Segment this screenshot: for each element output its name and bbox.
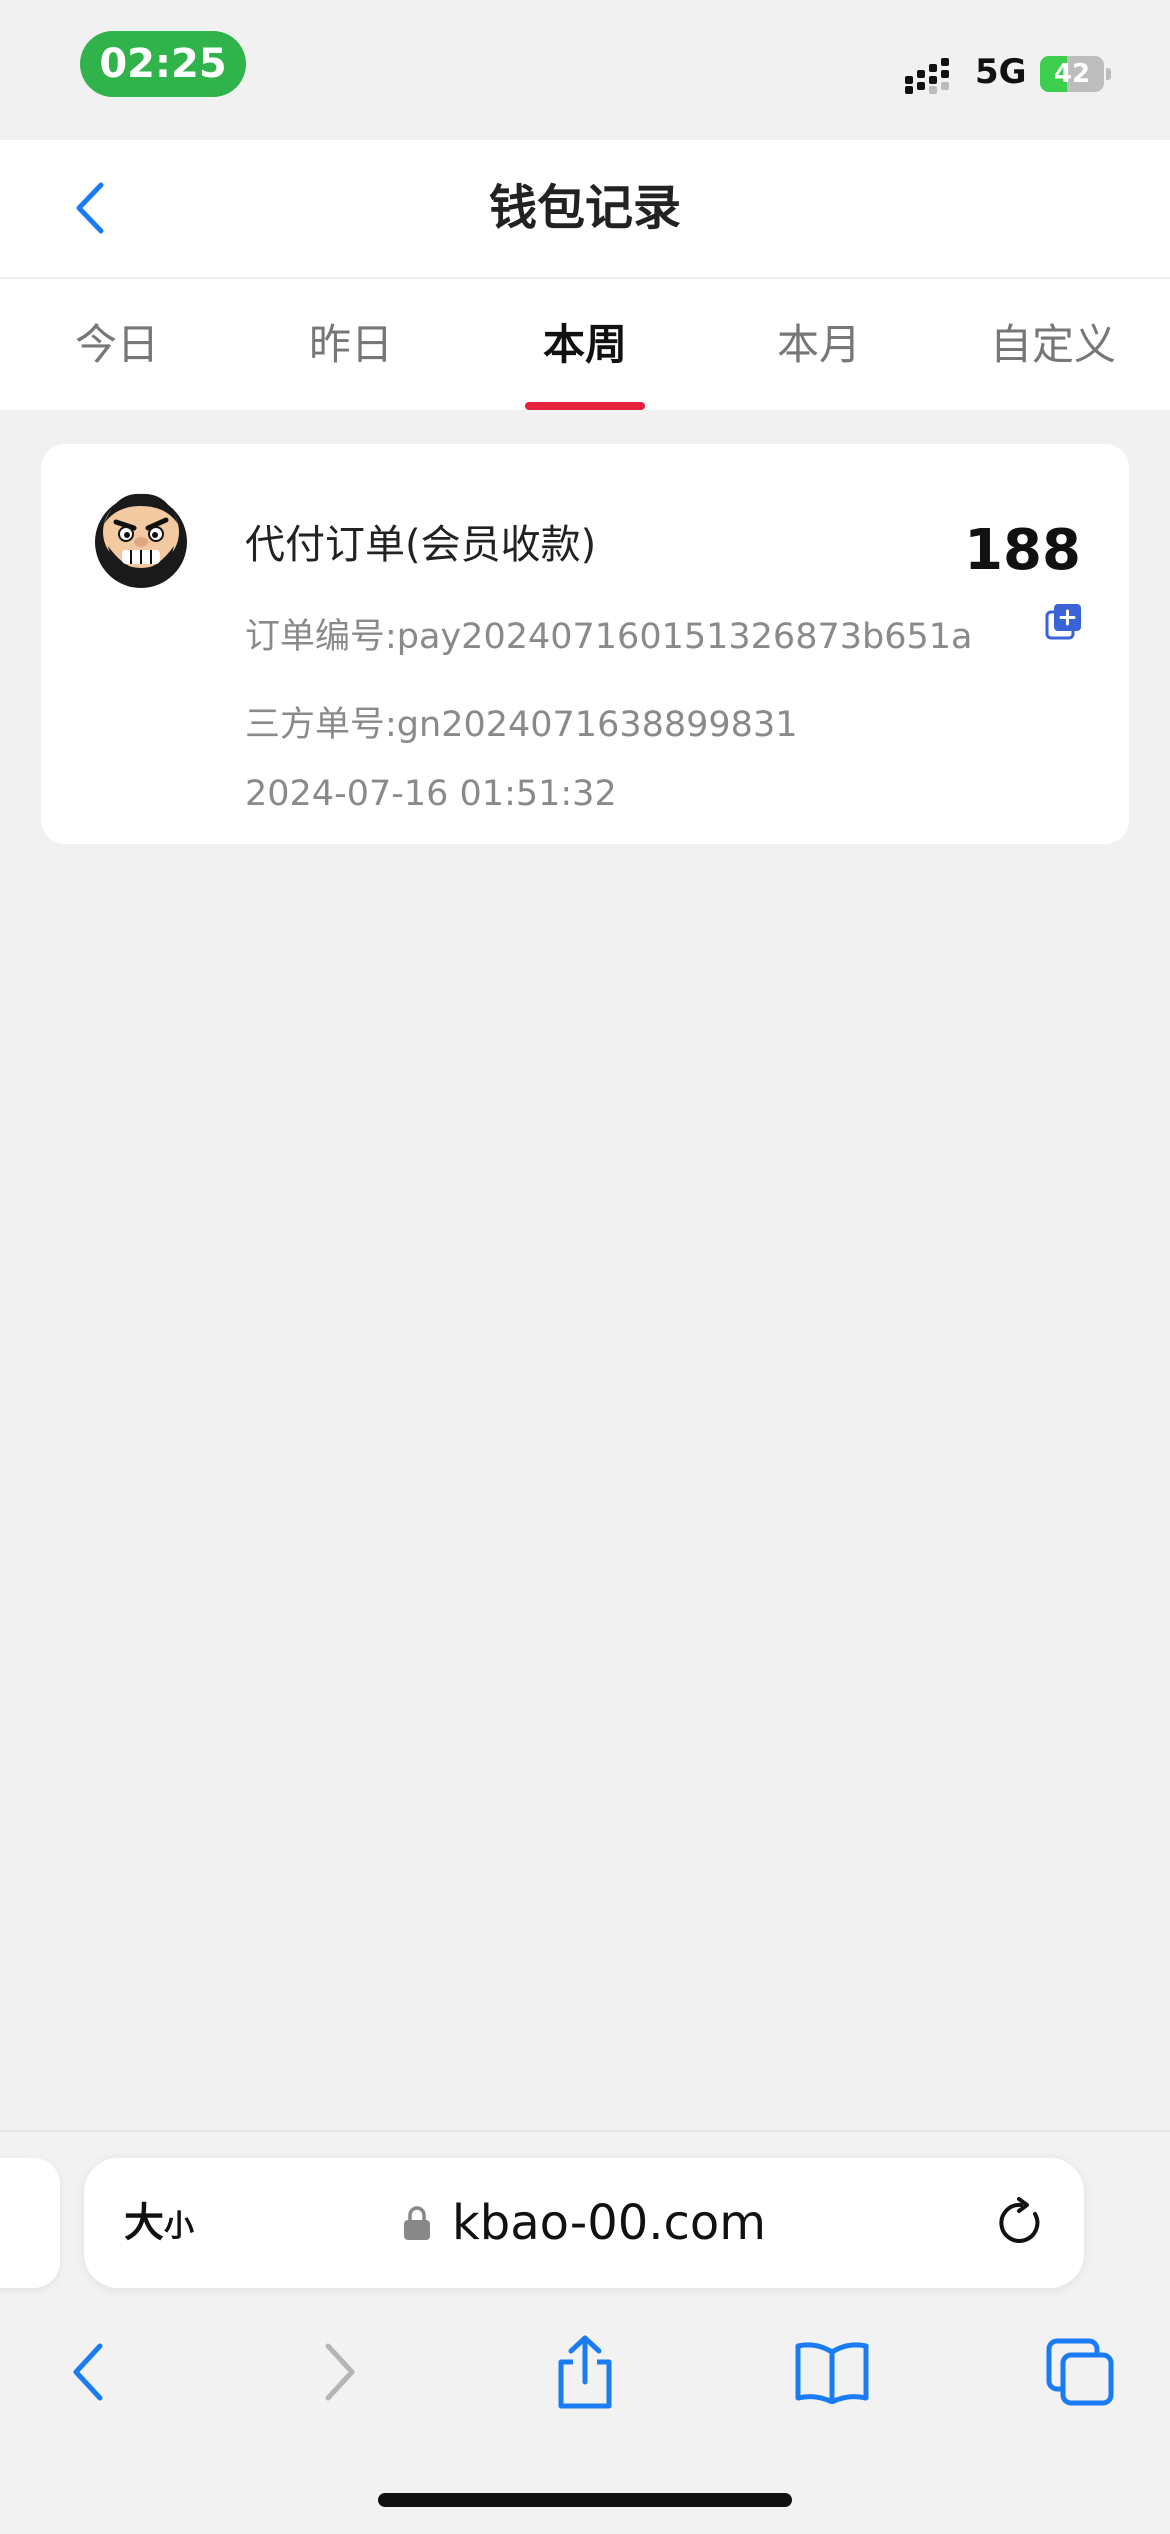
browser-bottom-bar: 大小 kbao-00.com — [0, 2130, 1170, 2534]
wallet-record-card[interactable]: 代付订单(会员收款) 188 订单编号:pay20240716015132687… — [41, 444, 1129, 844]
tab-label: 今日 — [74, 320, 159, 369]
avatar — [95, 493, 187, 588]
tab-today[interactable]: 今日 — [0, 279, 234, 410]
tab-label: 本周 — [542, 320, 627, 369]
battery-level: 42 — [1053, 59, 1091, 89]
chevron-left-icon — [73, 2343, 103, 2401]
tab-this-week[interactable]: 本周 — [468, 279, 702, 410]
network-type: 5G — [975, 52, 1027, 92]
status-time: 02:25 — [80, 31, 246, 97]
tab-label: 昨日 — [308, 320, 393, 369]
address-bar[interactable]: 大小 kbao-00.com — [84, 2158, 1084, 2288]
active-tab-indicator — [525, 402, 645, 410]
third-party-number-value: gn2024071638899831 — [396, 705, 798, 745]
order-number-label: 订单编号: — [245, 617, 397, 657]
nav-bar: 钱包记录 — [0, 140, 1170, 279]
browser-back-button[interactable] — [48, 2332, 128, 2412]
record-title: 代付订单(会员收款) — [245, 522, 597, 568]
tab-label: 自定义 — [989, 320, 1116, 369]
bookmarks-button[interactable] — [792, 2332, 872, 2412]
third-party-number-label: 三方单号: — [245, 705, 397, 745]
book-icon — [795, 2342, 869, 2404]
share-button[interactable] — [545, 2332, 625, 2412]
record-amount: 188 — [964, 518, 1081, 583]
cellular-signal-icon — [905, 58, 949, 94]
page-title: 钱包记录 — [488, 180, 681, 236]
tab-yesterday[interactable]: 昨日 — [234, 279, 468, 410]
chevron-right-icon — [325, 2343, 355, 2401]
date-filter-tabs: 今日 昨日 本周 本月 自定义 — [0, 279, 1170, 410]
record-timestamp: 2024-07-16 01:51:32 — [245, 774, 617, 814]
home-indicator — [378, 2493, 792, 2507]
battery-icon: 42 — [1040, 56, 1111, 92]
third-party-number-row: 三方单号:gn2024071638899831 — [245, 696, 798, 747]
copy-icon[interactable] — [1045, 602, 1083, 640]
tab-this-month[interactable]: 本月 — [702, 279, 936, 410]
tabs-icon — [1046, 2338, 1114, 2406]
tab-label: 本月 — [776, 320, 861, 369]
browser-forward-button[interactable] — [300, 2332, 380, 2412]
tabs-button[interactable] — [1040, 2332, 1120, 2412]
tab-custom[interactable]: 自定义 — [936, 279, 1170, 410]
browser-toolbar — [0, 2312, 1170, 2432]
status-bar: 02:25 5G 42 — [0, 0, 1170, 140]
order-number-row: 订单编号:pay20240716015132687​3b651a — [245, 608, 972, 659]
lock-icon — [403, 2206, 430, 2240]
previous-tab-preview[interactable] — [0, 2158, 60, 2288]
reload-icon[interactable] — [994, 2196, 1048, 2250]
share-icon — [558, 2335, 612, 2409]
url-text: kbao-00.com — [451, 2195, 767, 2251]
order-number-value: pay20240716015132687​3b651a — [396, 617, 973, 657]
